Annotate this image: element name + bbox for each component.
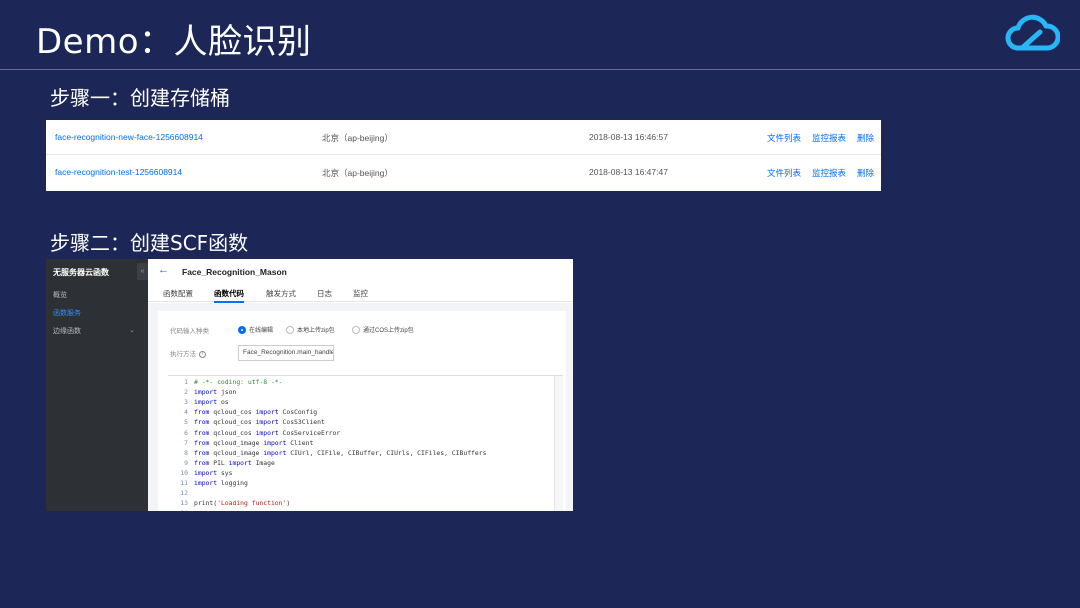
line-number: 14 (168, 509, 188, 511)
code-line: 3 import os (168, 398, 229, 408)
delete-link[interactable]: 删除 (857, 167, 874, 179)
sidebar-item-edge-functions[interactable]: 边缘函数 (53, 326, 81, 336)
code-line: 5 from qcloud_cos import CosS3Client (168, 418, 325, 428)
code-text: from qcloud_cos import CosS3Client (194, 418, 325, 427)
chevron-down-icon[interactable]: ⌄ (129, 326, 135, 334)
code-text: import os (194, 398, 229, 407)
line-number: 10 (180, 468, 188, 477)
code-text: from qcloud_image import CIUrl, CIFile, … (194, 448, 487, 457)
code-line: 12 (168, 489, 194, 499)
line-number: 12 (180, 489, 188, 498)
handler-label-text: 执行方法 (170, 351, 196, 358)
code-line: 14 (168, 509, 194, 511)
code-line: 7 from qcloud_image import Client (168, 439, 313, 449)
slide-title: Demo：人脸识别 (36, 22, 312, 62)
radio-local-zip[interactable]: 本地上传zip包 (286, 325, 335, 335)
code-line: 11 import logging (168, 479, 248, 489)
tab-bar: 函数配置 函数代码 触发方式 日志 监控 (148, 285, 573, 303)
bucket-created-time: 2018-08-13 16:47:47 (589, 167, 668, 177)
handler-label: 执行方法 i (170, 348, 206, 358)
bucket-region: 北京（ap-beijing） (322, 133, 393, 143)
sidebar-title: 无服务器云函数 (53, 268, 109, 277)
radio-label: 本地上传zip包 (297, 328, 335, 334)
code-text: # -*- coding: utf-8 -*- (194, 378, 283, 386)
tab-triggers[interactable]: 触发方式 (266, 288, 296, 299)
line-number: 6 (184, 428, 188, 437)
header-divider (0, 69, 1080, 70)
bucket-name-link[interactable]: face-recognition-new-face-1256608914 (55, 132, 203, 142)
line-number: 5 (184, 418, 188, 427)
tab-function-config[interactable]: 函数配置 (163, 288, 193, 299)
code-line: 2 import json (168, 388, 236, 398)
step2-title: 步骤二：创建SCF函数 (50, 231, 249, 255)
sidebar-item-overview[interactable]: 概览 (53, 290, 67, 300)
tab-function-code[interactable]: 函数代码 (214, 288, 244, 303)
code-text: import logging (194, 479, 248, 487)
radio-cos-zip[interactable]: 通过COS上传zip包 (352, 325, 414, 335)
code-text: from qcloud_cos import CosServiceError (194, 428, 341, 437)
step1-title: 步骤一：创建存储桶 (50, 86, 230, 110)
radio-label: 通过COS上传zip包 (363, 328, 414, 334)
console-main: ← Face_Recognition_Mason 函数配置 函数代码 触发方式 … (148, 259, 573, 511)
code-config-card: 代码输入种类 在线编辑 本地上传zip包 通过COS上传zip包 执行方法 i F… (158, 311, 566, 511)
slide-header: Demo：人脸识别 (0, 0, 1080, 70)
code-text: print('Loading function') (194, 499, 291, 508)
function-name: Face_Recognition_Mason (182, 267, 287, 277)
radio-label: 在线编辑 (249, 328, 274, 334)
file-list-link[interactable]: 文件列表 (767, 132, 801, 144)
line-number: 11 (180, 479, 188, 487)
radio-icon (352, 326, 360, 335)
bucket-name-link[interactable]: face-recognition-test-1256608914 (55, 167, 182, 177)
code-text: from PIL import Image (194, 458, 275, 467)
input-type-label: 代码输入种类 (170, 328, 209, 335)
delete-link[interactable]: 删除 (857, 132, 874, 144)
code-text: from qcloud_image import Client (194, 438, 314, 447)
code-text: from qcloud_cos import CosConfig (194, 408, 318, 417)
back-arrow-icon[interactable]: ← (158, 264, 169, 276)
code-line: 9 from PIL import Image (168, 459, 275, 469)
monitor-report-link[interactable]: 监控报表 (812, 167, 846, 179)
radio-icon (286, 326, 294, 335)
line-number: 2 (184, 388, 188, 397)
line-number: 1 (184, 378, 188, 386)
editor-scrollbar[interactable] (554, 376, 563, 511)
table-row: face-recognition-new-face-1256608914 北京（… (46, 120, 881, 155)
info-icon[interactable]: i (199, 350, 206, 358)
tab-monitoring[interactable]: 监控 (353, 288, 368, 299)
code-line: 8 from qcloud_image import CIUrl, CIFile,… (168, 449, 486, 459)
line-number: 3 (184, 398, 188, 407)
radio-online-edit[interactable]: 在线编辑 (238, 325, 274, 335)
code-editor[interactable]: 1 # -*- coding: utf-8 -*- 2 import json 3 imp… (168, 375, 563, 511)
code-line: 10 import sys (168, 469, 232, 479)
sidebar-collapse-button[interactable]: « (137, 263, 148, 280)
sidebar-item-functions[interactable]: 函数服务 (53, 308, 81, 318)
handler-input[interactable]: Face_Recognition.main_handler (238, 345, 334, 361)
line-number: 7 (184, 438, 188, 447)
file-list-link[interactable]: 文件列表 (767, 167, 801, 179)
code-line: 1 # -*- coding: utf-8 -*- (168, 378, 283, 388)
code-line: 6 from qcloud_cos import CosServiceError (168, 429, 340, 439)
line-number: 8 (184, 448, 188, 457)
code-text: import sys (194, 468, 233, 477)
monitor-report-link[interactable]: 监控报表 (812, 132, 846, 144)
line-number: 4 (184, 408, 188, 417)
code-line: 13 print('Loading function') (168, 499, 290, 509)
bucket-table: face-recognition-new-face-1256608914 北京（… (46, 120, 881, 191)
tencent-cloud-logo-icon (1005, 14, 1060, 51)
code-text: import json (194, 388, 237, 397)
tab-logs[interactable]: 日志 (317, 288, 332, 299)
bucket-created-time: 2018-08-13 16:46:57 (589, 132, 668, 142)
code-line: 4 from qcloud_cos import CosConfig (168, 408, 317, 418)
line-number: 9 (184, 458, 188, 467)
console-sidebar: 无服务器云函数 « 概览 函数服务 边缘函数 ⌄ (46, 259, 148, 511)
bucket-region: 北京（ap-beijing） (322, 168, 393, 178)
radio-icon (238, 326, 246, 335)
scf-console-screenshot: 无服务器云函数 « 概览 函数服务 边缘函数 ⌄ ← Face_Recognit… (46, 259, 573, 511)
table-row: face-recognition-test-1256608914 北京（ap-b… (46, 155, 881, 190)
line-number: 13 (180, 499, 188, 508)
